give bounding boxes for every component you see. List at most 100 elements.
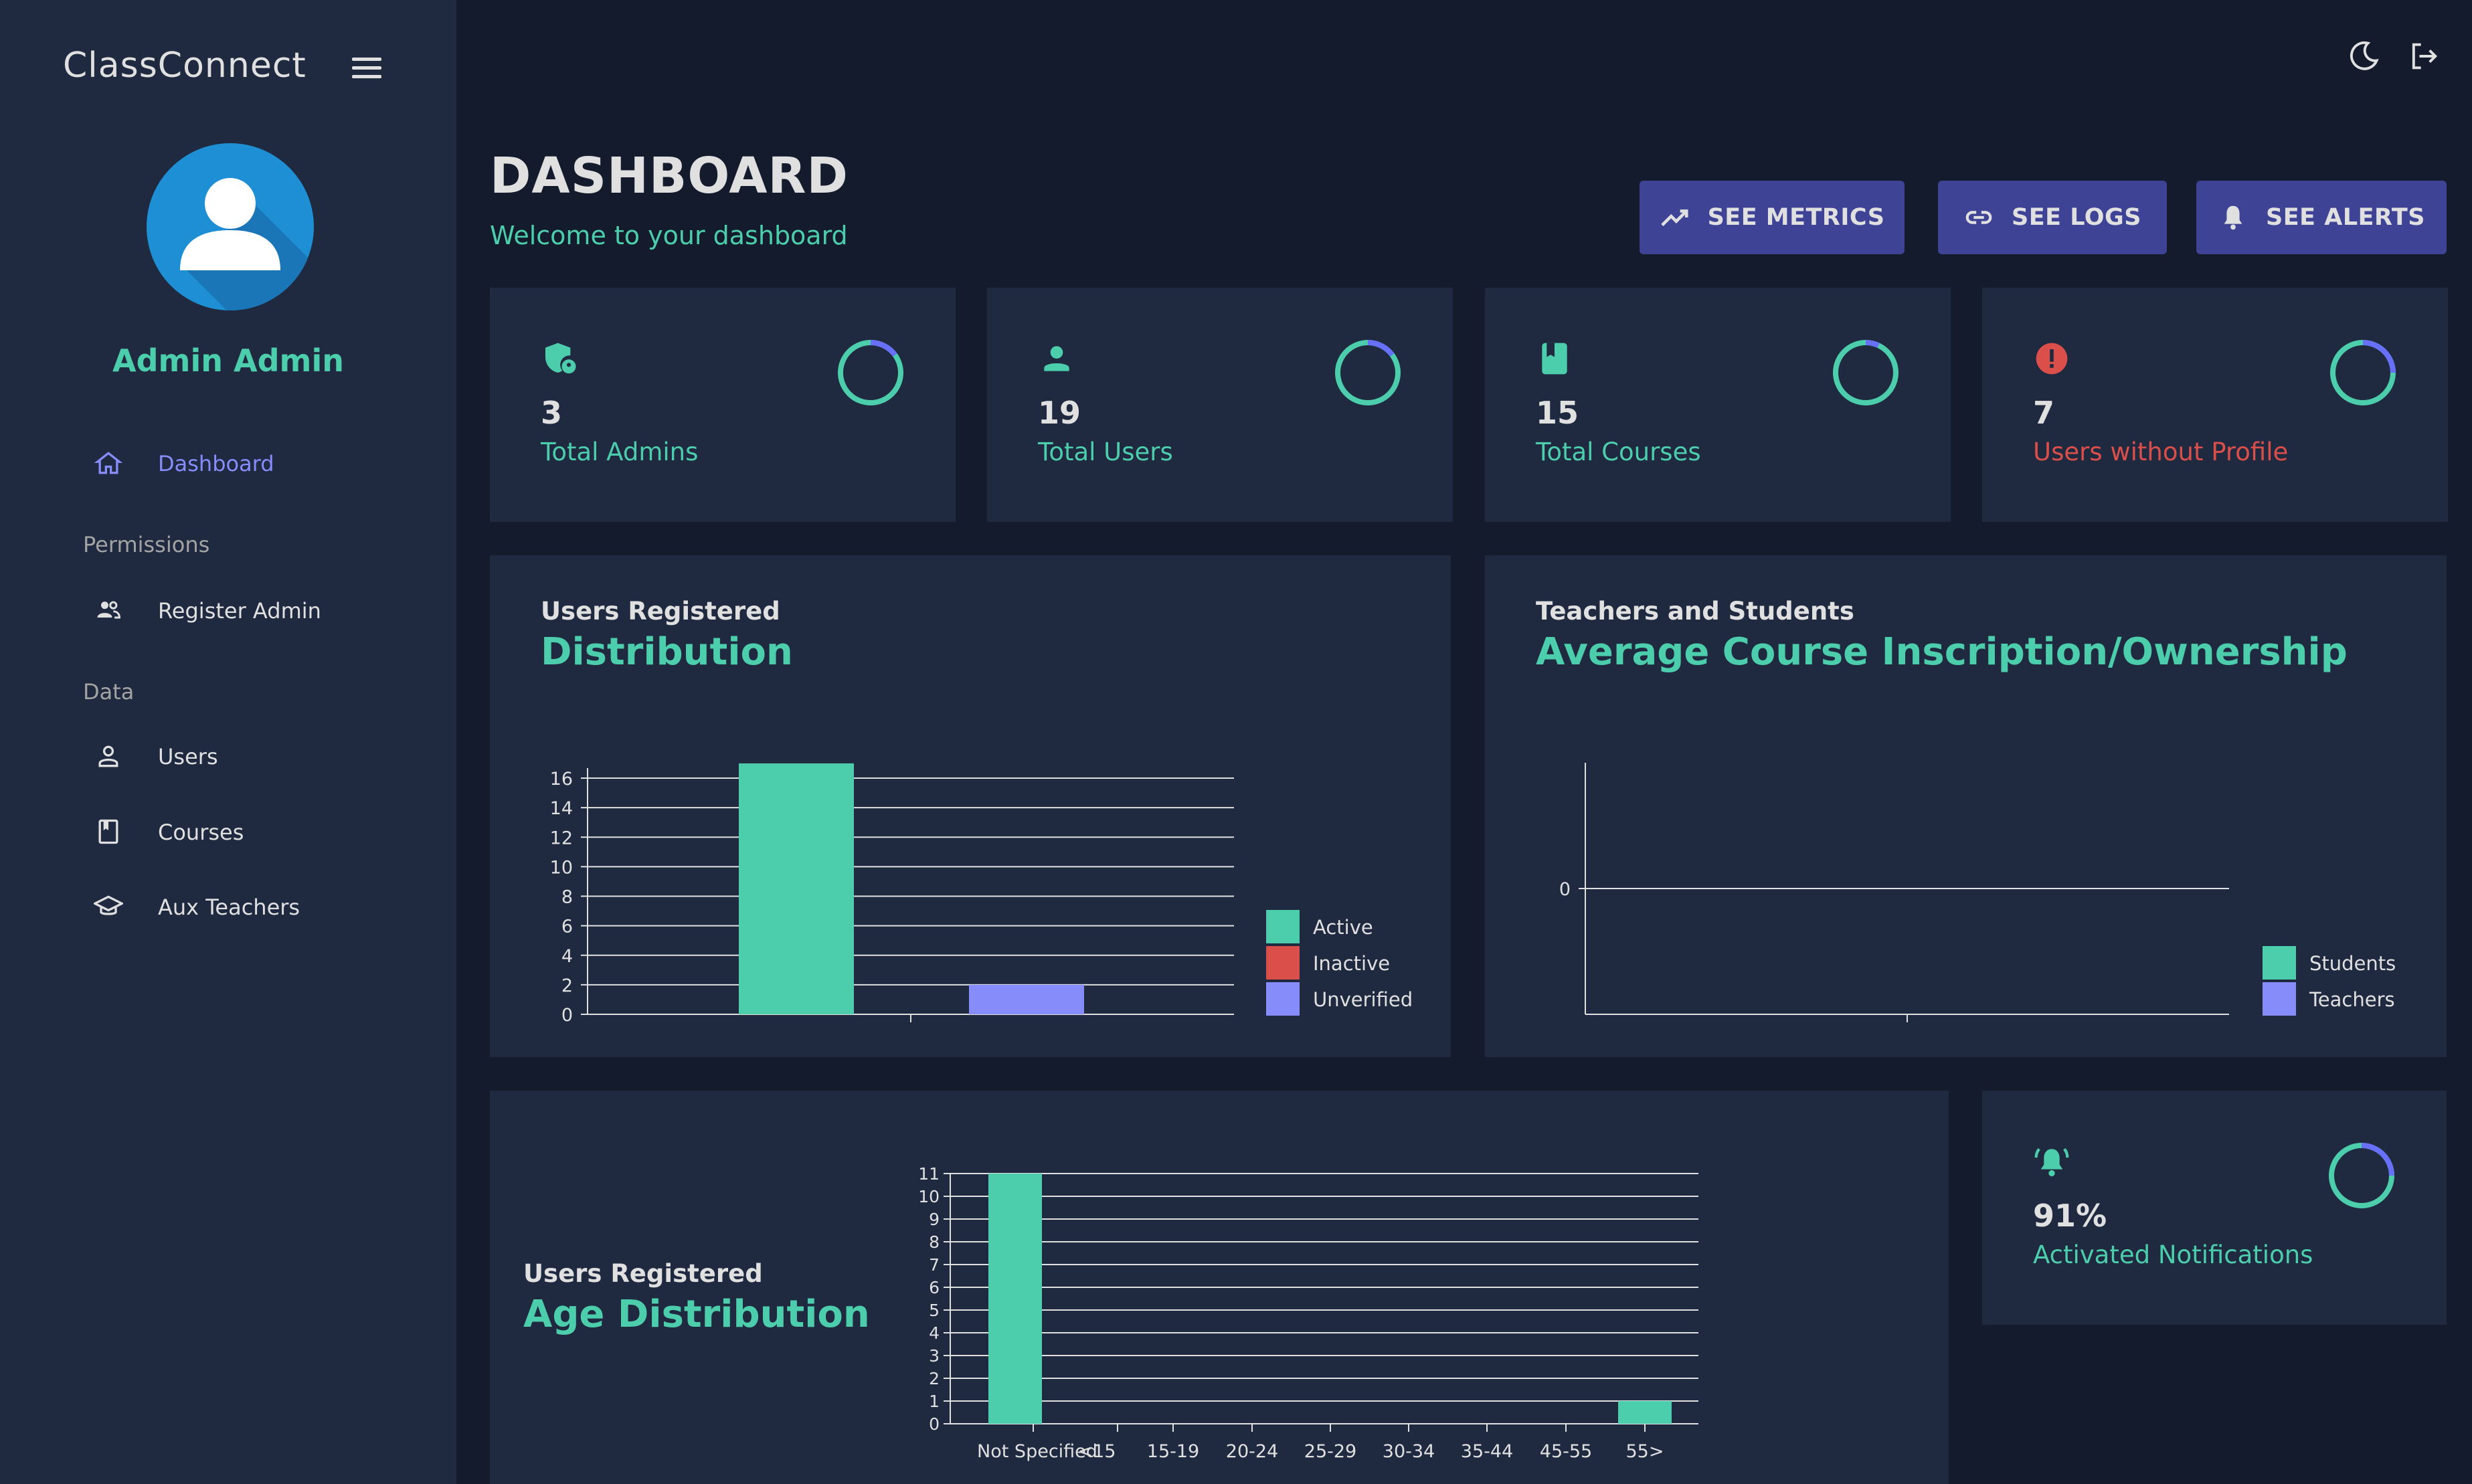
y-tick-label: 11: [918, 1164, 940, 1184]
bell-icon: [2224, 205, 2242, 230]
progress-ring: [1833, 340, 1899, 405]
stat-label: Total Admins: [541, 438, 699, 466]
sidebar: ClassConnect Admin Admin Dashboard Permi…: [0, 0, 456, 1484]
y-tick-label: 0: [1559, 879, 1571, 900]
sidebar-item-register-admin[interactable]: Register Admin: [94, 590, 415, 630]
y-tick-label: 9: [929, 1210, 940, 1229]
people-icon: [97, 601, 120, 619]
see-logs-button[interactable]: SEE LOGS: [1938, 181, 2167, 254]
sidebar-item-label: Aux Teachers: [158, 895, 300, 920]
legend-label: Students: [2309, 952, 2396, 975]
progress-ring: [2329, 1143, 2394, 1208]
see-metrics-label: SEE METRICS: [1707, 204, 1885, 231]
error-icon: [2036, 343, 2068, 375]
home-icon: [94, 452, 123, 474]
sidebar-item-courses[interactable]: Courses: [94, 812, 415, 852]
stat-label: Total Users: [1038, 438, 1173, 466]
see-metrics-button[interactable]: SEE METRICS: [1640, 181, 1905, 254]
y-tick-label: 2: [929, 1369, 940, 1388]
course-inscription-bar-chart: 0 Students Teachers: [1559, 763, 2396, 1022]
progress-ring: [1335, 340, 1401, 405]
distribution-bar-chart: 0 2 4 6 8 10 12 14 16 Active Inactive Unverified: [550, 763, 1413, 1026]
y-tick-label: 6: [929, 1278, 940, 1297]
see-alerts-button[interactable]: SEE ALERTS: [2196, 181, 2447, 254]
bar: [969, 984, 1084, 1014]
stat-label: Users without Profile: [2033, 438, 2289, 466]
book-icon: [98, 819, 118, 844]
y-tick-label: 16: [550, 769, 573, 790]
x-tick-label: 35-44: [1461, 1441, 1513, 1462]
sidebar-item-label: Register Admin: [158, 598, 321, 624]
user-name: Admin Admin: [112, 343, 344, 379]
avatar: [147, 143, 314, 310]
sidebar-item-label: Dashboard: [158, 451, 274, 476]
book-icon: [1542, 343, 1567, 375]
legend-label: Inactive: [1313, 952, 1390, 975]
stat-card-total-admins: 3 Total Admins: [490, 288, 956, 522]
stat-value: 7: [2033, 395, 2055, 431]
stat-card-total-courses: 15 Total Courses: [1485, 288, 1951, 522]
x-tick-label: 30-34: [1383, 1441, 1435, 1462]
y-tick-label: 5: [929, 1301, 940, 1320]
x-tick-label: 15-19: [1147, 1441, 1199, 1462]
progress-ring: [838, 340, 903, 405]
stat-value: 91%: [2033, 1198, 2107, 1234]
age-distribution-bar-chart: 01234567891011Not Specified<15 15-19 20-24…: [918, 1164, 1698, 1462]
trending-up-icon: [1660, 209, 1688, 227]
link-icon: [1965, 211, 1992, 224]
x-tick-label: <15: [1078, 1441, 1116, 1462]
x-tick-label: 45-55: [1540, 1441, 1592, 1462]
section-permissions: Permissions: [83, 532, 210, 557]
stat-label: Total Courses: [1536, 438, 1701, 466]
stat-value: 3: [541, 395, 563, 431]
school-icon: [94, 895, 123, 915]
x-tick-label: 25-29: [1304, 1441, 1356, 1462]
sidebar-item-dashboard[interactable]: Dashboard: [94, 443, 415, 483]
stat-value: 19: [1038, 395, 1081, 431]
y-tick-label: 10: [918, 1187, 940, 1206]
progress-ring: [2330, 340, 2396, 405]
menu-toggle-icon[interactable]: [352, 58, 381, 82]
dark-mode-icon[interactable]: [2346, 39, 2381, 74]
y-tick-label: 10: [550, 857, 573, 878]
page-subtitle: Welcome to your dashboard: [490, 221, 848, 250]
legend-swatch: [2263, 946, 2296, 980]
sidebar-item-users[interactable]: Users: [94, 736, 415, 776]
brand-row: ClassConnect: [63, 45, 398, 92]
y-tick-label: 2: [561, 976, 573, 996]
legend-swatch: [1266, 982, 1300, 1016]
legend-swatch: [1266, 946, 1300, 980]
sidebar-item-aux-teachers[interactable]: Aux Teachers: [94, 887, 415, 927]
logout-icon[interactable]: [2406, 39, 2441, 74]
y-tick-label: 7: [929, 1255, 940, 1275]
page-title: DASHBOARD: [490, 147, 849, 205]
see-logs-label: SEE LOGS: [2012, 204, 2141, 231]
y-tick-label: 12: [550, 828, 573, 848]
y-tick-label: 14: [550, 798, 573, 819]
y-tick-label: 0: [929, 1414, 940, 1434]
course-inscription-chart-card: Teachers and Students Average Course Ins…: [1485, 555, 2447, 1057]
y-tick-label: 8: [929, 1232, 940, 1252]
y-tick-label: 0: [561, 1005, 573, 1026]
stat-value: 15: [1536, 395, 1579, 431]
legend-label: Teachers: [2309, 988, 2395, 1011]
y-tick-label: 1: [929, 1392, 940, 1411]
see-alerts-label: SEE ALERTS: [2266, 204, 2425, 231]
x-tick-label: 20-24: [1226, 1441, 1278, 1462]
bar: [988, 1174, 1042, 1424]
stat-card-users-without-profile: 7 Users without Profile: [1982, 288, 2448, 522]
distribution-chart-card: Users Registered Distribution 0 2 4 6 8 10 12 1…: [490, 555, 1451, 1057]
y-tick-label: 4: [561, 946, 573, 967]
person-icon: [98, 745, 118, 767]
section-data: Data: [83, 679, 135, 705]
y-tick-label: 3: [929, 1346, 940, 1366]
y-tick-label: 6: [561, 917, 573, 937]
bar: [1618, 1401, 1672, 1424]
person-icon: [1044, 346, 1069, 371]
sidebar-item-label: Courses: [158, 820, 244, 845]
y-tick-label: 8: [561, 887, 573, 908]
bar: [739, 763, 854, 1014]
legend-label: Active: [1313, 916, 1373, 939]
legend-swatch: [1266, 910, 1300, 943]
legend-label: Unverified: [1313, 988, 1413, 1011]
